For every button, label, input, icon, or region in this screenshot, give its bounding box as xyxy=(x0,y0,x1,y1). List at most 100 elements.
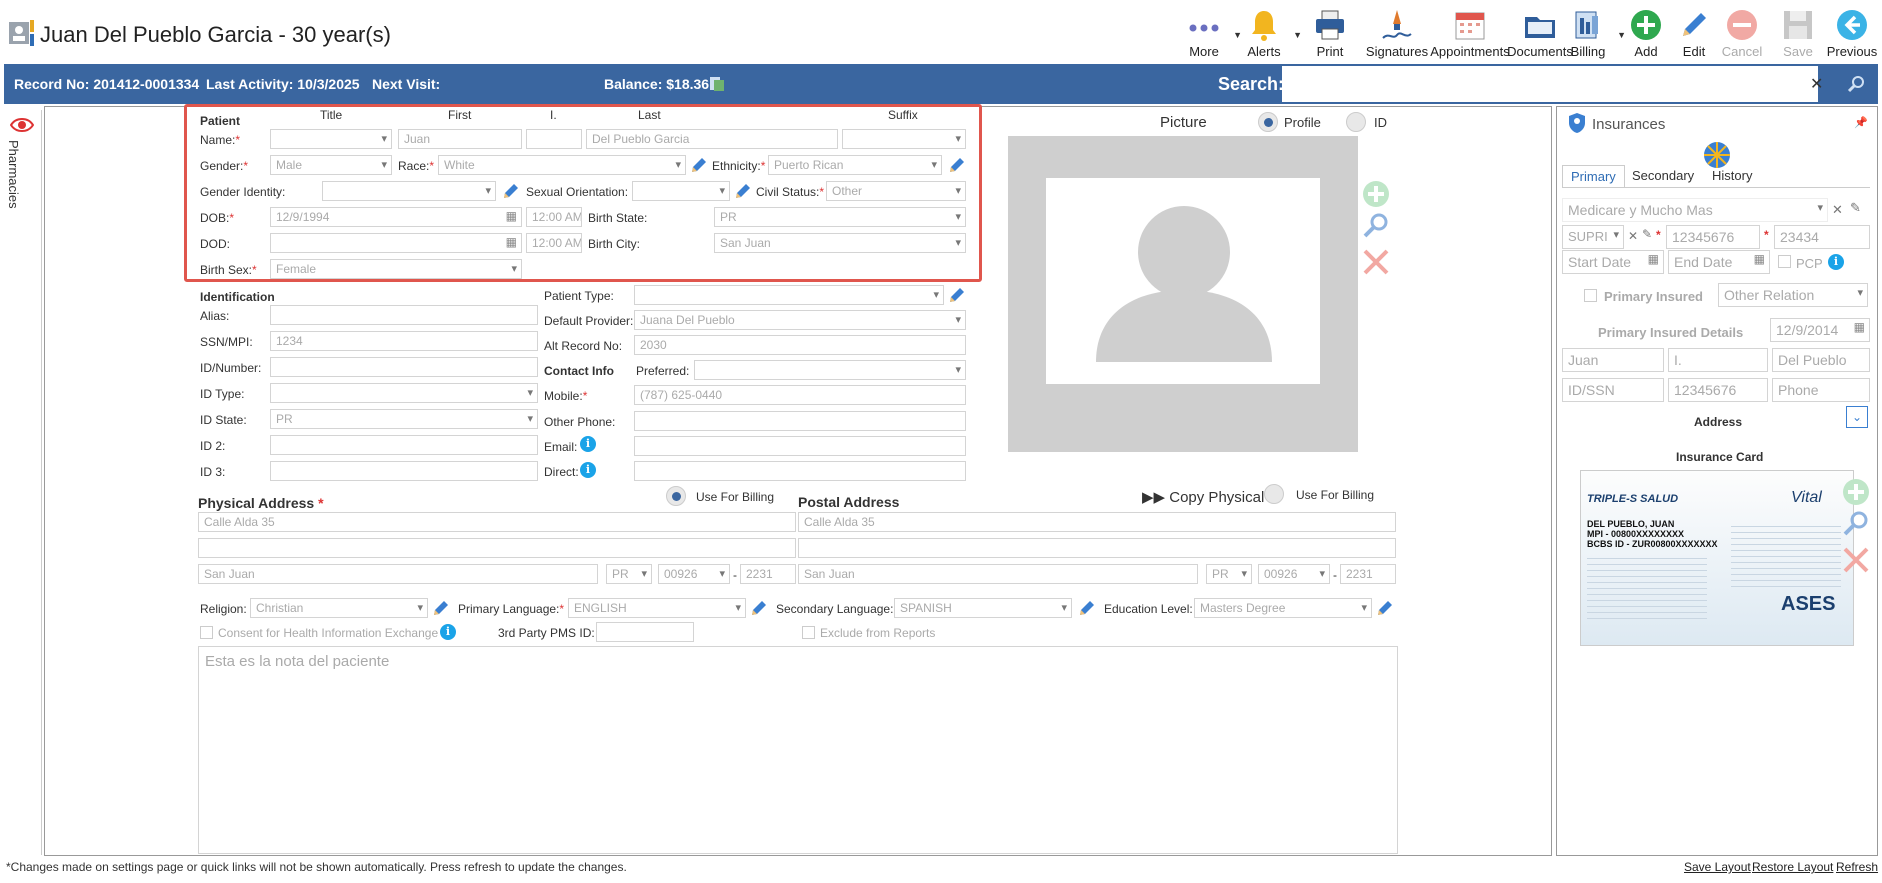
start-date-input[interactable]: Start Date xyxy=(1562,250,1664,274)
birth-city-select[interactable]: San Juan xyxy=(714,233,966,253)
birth-state-select[interactable]: PR xyxy=(714,207,966,227)
postal-zip-select[interactable]: 00926 xyxy=(1258,564,1330,584)
sexual-orientation-select[interactable] xyxy=(632,181,730,201)
id2-input[interactable] xyxy=(270,435,538,455)
postal-zip4-input[interactable]: 2231 xyxy=(1340,564,1396,584)
info-icon[interactable]: i xyxy=(1828,254,1844,270)
previous-button[interactable]: Previous xyxy=(1820,4,1882,62)
group-input[interactable]: 23434 xyxy=(1774,225,1870,249)
postal-state-select[interactable]: PR xyxy=(1206,564,1252,584)
patient-type-select[interactable] xyxy=(634,285,944,305)
id-radio[interactable] xyxy=(1346,112,1366,132)
insured-idssn-input[interactable]: ID/SSN xyxy=(1562,378,1664,402)
search-input[interactable] xyxy=(1282,66,1818,102)
mobile-input[interactable]: (787) 625-0440 xyxy=(634,385,966,405)
pencil-icon[interactable] xyxy=(734,182,752,200)
expand-address-button[interactable]: ⌄ xyxy=(1846,406,1868,428)
delete-card-icon[interactable] xyxy=(1842,546,1870,574)
info-icon[interactable]: i xyxy=(440,624,456,640)
physical-city-input[interactable]: San Juan xyxy=(198,564,598,584)
ssn-input[interactable]: 1234 xyxy=(270,331,538,351)
dod-input[interactable] xyxy=(270,233,522,253)
member-id-input[interactable]: 12345676 xyxy=(1666,225,1760,249)
religion-select[interactable]: Christian xyxy=(250,598,428,618)
physical-use-billing-radio[interactable] xyxy=(666,486,686,506)
info-icon[interactable]: i xyxy=(580,462,596,478)
gender-identity-select[interactable] xyxy=(322,181,496,201)
edit-plan-icon[interactable]: ✎ xyxy=(1850,200,1861,216)
insured-last-input[interactable]: Del Pueblo xyxy=(1772,348,1870,372)
last-name-input[interactable]: Del Pueblo Garcia xyxy=(586,129,838,149)
direct-input[interactable] xyxy=(634,461,966,481)
sidebar-tab-pharmacies[interactable]: Pharmacies xyxy=(6,140,21,209)
close-icon[interactable]: ✕ xyxy=(1832,202,1843,218)
pencil-icon[interactable] xyxy=(1078,599,1096,617)
postal-city-input[interactable]: San Juan xyxy=(798,564,1198,584)
eye-icon[interactable] xyxy=(10,115,34,135)
print-button[interactable]: Print xyxy=(1298,4,1362,62)
consent-checkbox[interactable] xyxy=(200,626,213,639)
physical-state-select[interactable]: PR xyxy=(606,564,652,584)
idnumber-input[interactable] xyxy=(270,357,538,377)
billing-button[interactable]: Billing ▼ xyxy=(1556,4,1626,62)
pms-id-input[interactable] xyxy=(596,622,694,642)
refresh-link[interactable]: Refresh xyxy=(1836,860,1878,874)
pencil-icon[interactable] xyxy=(948,286,966,304)
add-card-icon[interactable] xyxy=(1842,478,1870,506)
pcp-checkbox[interactable] xyxy=(1778,255,1791,268)
alias-input[interactable] xyxy=(270,305,538,325)
profile-radio[interactable] xyxy=(1258,112,1278,132)
other-relation-select[interactable]: Other Relation xyxy=(1718,283,1868,307)
add-picture-icon[interactable] xyxy=(1362,180,1390,208)
copy-physical-button[interactable]: ▶▶ Copy Physical xyxy=(1142,488,1264,506)
end-date-input[interactable]: End Date xyxy=(1668,250,1770,274)
insurance-plan-select[interactable]: Medicare y Mucho Mas xyxy=(1562,198,1828,222)
info-icon[interactable]: i xyxy=(580,436,596,452)
postal-use-billing-radio[interactable] xyxy=(1264,484,1284,504)
tab-history[interactable]: History xyxy=(1712,168,1752,183)
initial-input[interactable] xyxy=(526,129,582,149)
zoom-card-icon[interactable] xyxy=(1842,510,1870,538)
suffix-select[interactable] xyxy=(842,129,966,149)
ethnicity-select[interactable]: Puerto Rican xyxy=(768,155,942,175)
insured-initial-input[interactable]: I. xyxy=(1668,348,1768,372)
id3-input[interactable] xyxy=(270,461,538,481)
tab-secondary[interactable]: Secondary xyxy=(1632,168,1694,183)
more-button[interactable]: More ▼ xyxy=(1172,4,1242,62)
email-input[interactable] xyxy=(634,436,966,456)
globe-icon[interactable] xyxy=(1702,140,1732,170)
pencil-icon[interactable] xyxy=(432,599,450,617)
physical-zip4-input[interactable]: 2231 xyxy=(740,564,796,584)
pencil-icon[interactable] xyxy=(948,156,966,174)
other-phone-input[interactable] xyxy=(634,411,966,431)
primary-insured-checkbox[interactable] xyxy=(1584,289,1597,302)
pin-icon[interactable]: 📌 xyxy=(1854,116,1868,129)
insured-first-input[interactable]: Juan xyxy=(1562,348,1664,372)
physical-zip-select[interactable]: 00926 xyxy=(658,564,730,584)
pencil-icon[interactable] xyxy=(750,599,768,617)
dod-time-input[interactable]: 12:00 AM xyxy=(526,233,582,253)
pencil-icon[interactable] xyxy=(502,182,520,200)
alt-record-input[interactable]: 2030 xyxy=(634,335,966,355)
exclude-reports-checkbox[interactable] xyxy=(802,626,815,639)
tab-primary[interactable]: Primary xyxy=(1562,165,1625,188)
close-icon[interactable]: ✕ xyxy=(1810,74,1823,94)
search-button[interactable] xyxy=(1836,66,1876,102)
delete-picture-icon[interactable] xyxy=(1362,248,1390,276)
save-layout-link[interactable]: Save Layout xyxy=(1684,860,1751,874)
civil-status-select[interactable]: Other xyxy=(826,181,966,201)
physical-line1-input[interactable]: Calle Alda 35 xyxy=(198,512,796,532)
close-icon[interactable]: ✕ xyxy=(1628,229,1638,243)
gender-select[interactable]: Male xyxy=(270,155,392,175)
edit-code-icon[interactable]: ✎ xyxy=(1642,227,1652,241)
dob-input[interactable]: 12/9/1994 xyxy=(270,207,522,227)
postal-line1-input[interactable]: Calle Alda 35 xyxy=(798,512,1396,532)
balance-detail-icon[interactable] xyxy=(708,75,726,93)
education-level-select[interactable]: Masters Degree xyxy=(1194,598,1372,618)
pencil-icon[interactable] xyxy=(1376,599,1394,617)
alerts-button[interactable]: Alerts ▼ xyxy=(1232,4,1302,62)
idstate-select[interactable]: PR xyxy=(270,409,538,429)
zoom-picture-icon[interactable] xyxy=(1362,212,1390,240)
title-select[interactable] xyxy=(270,129,392,149)
patient-notes-textarea[interactable]: Esta es la nota del paciente xyxy=(198,646,1398,854)
